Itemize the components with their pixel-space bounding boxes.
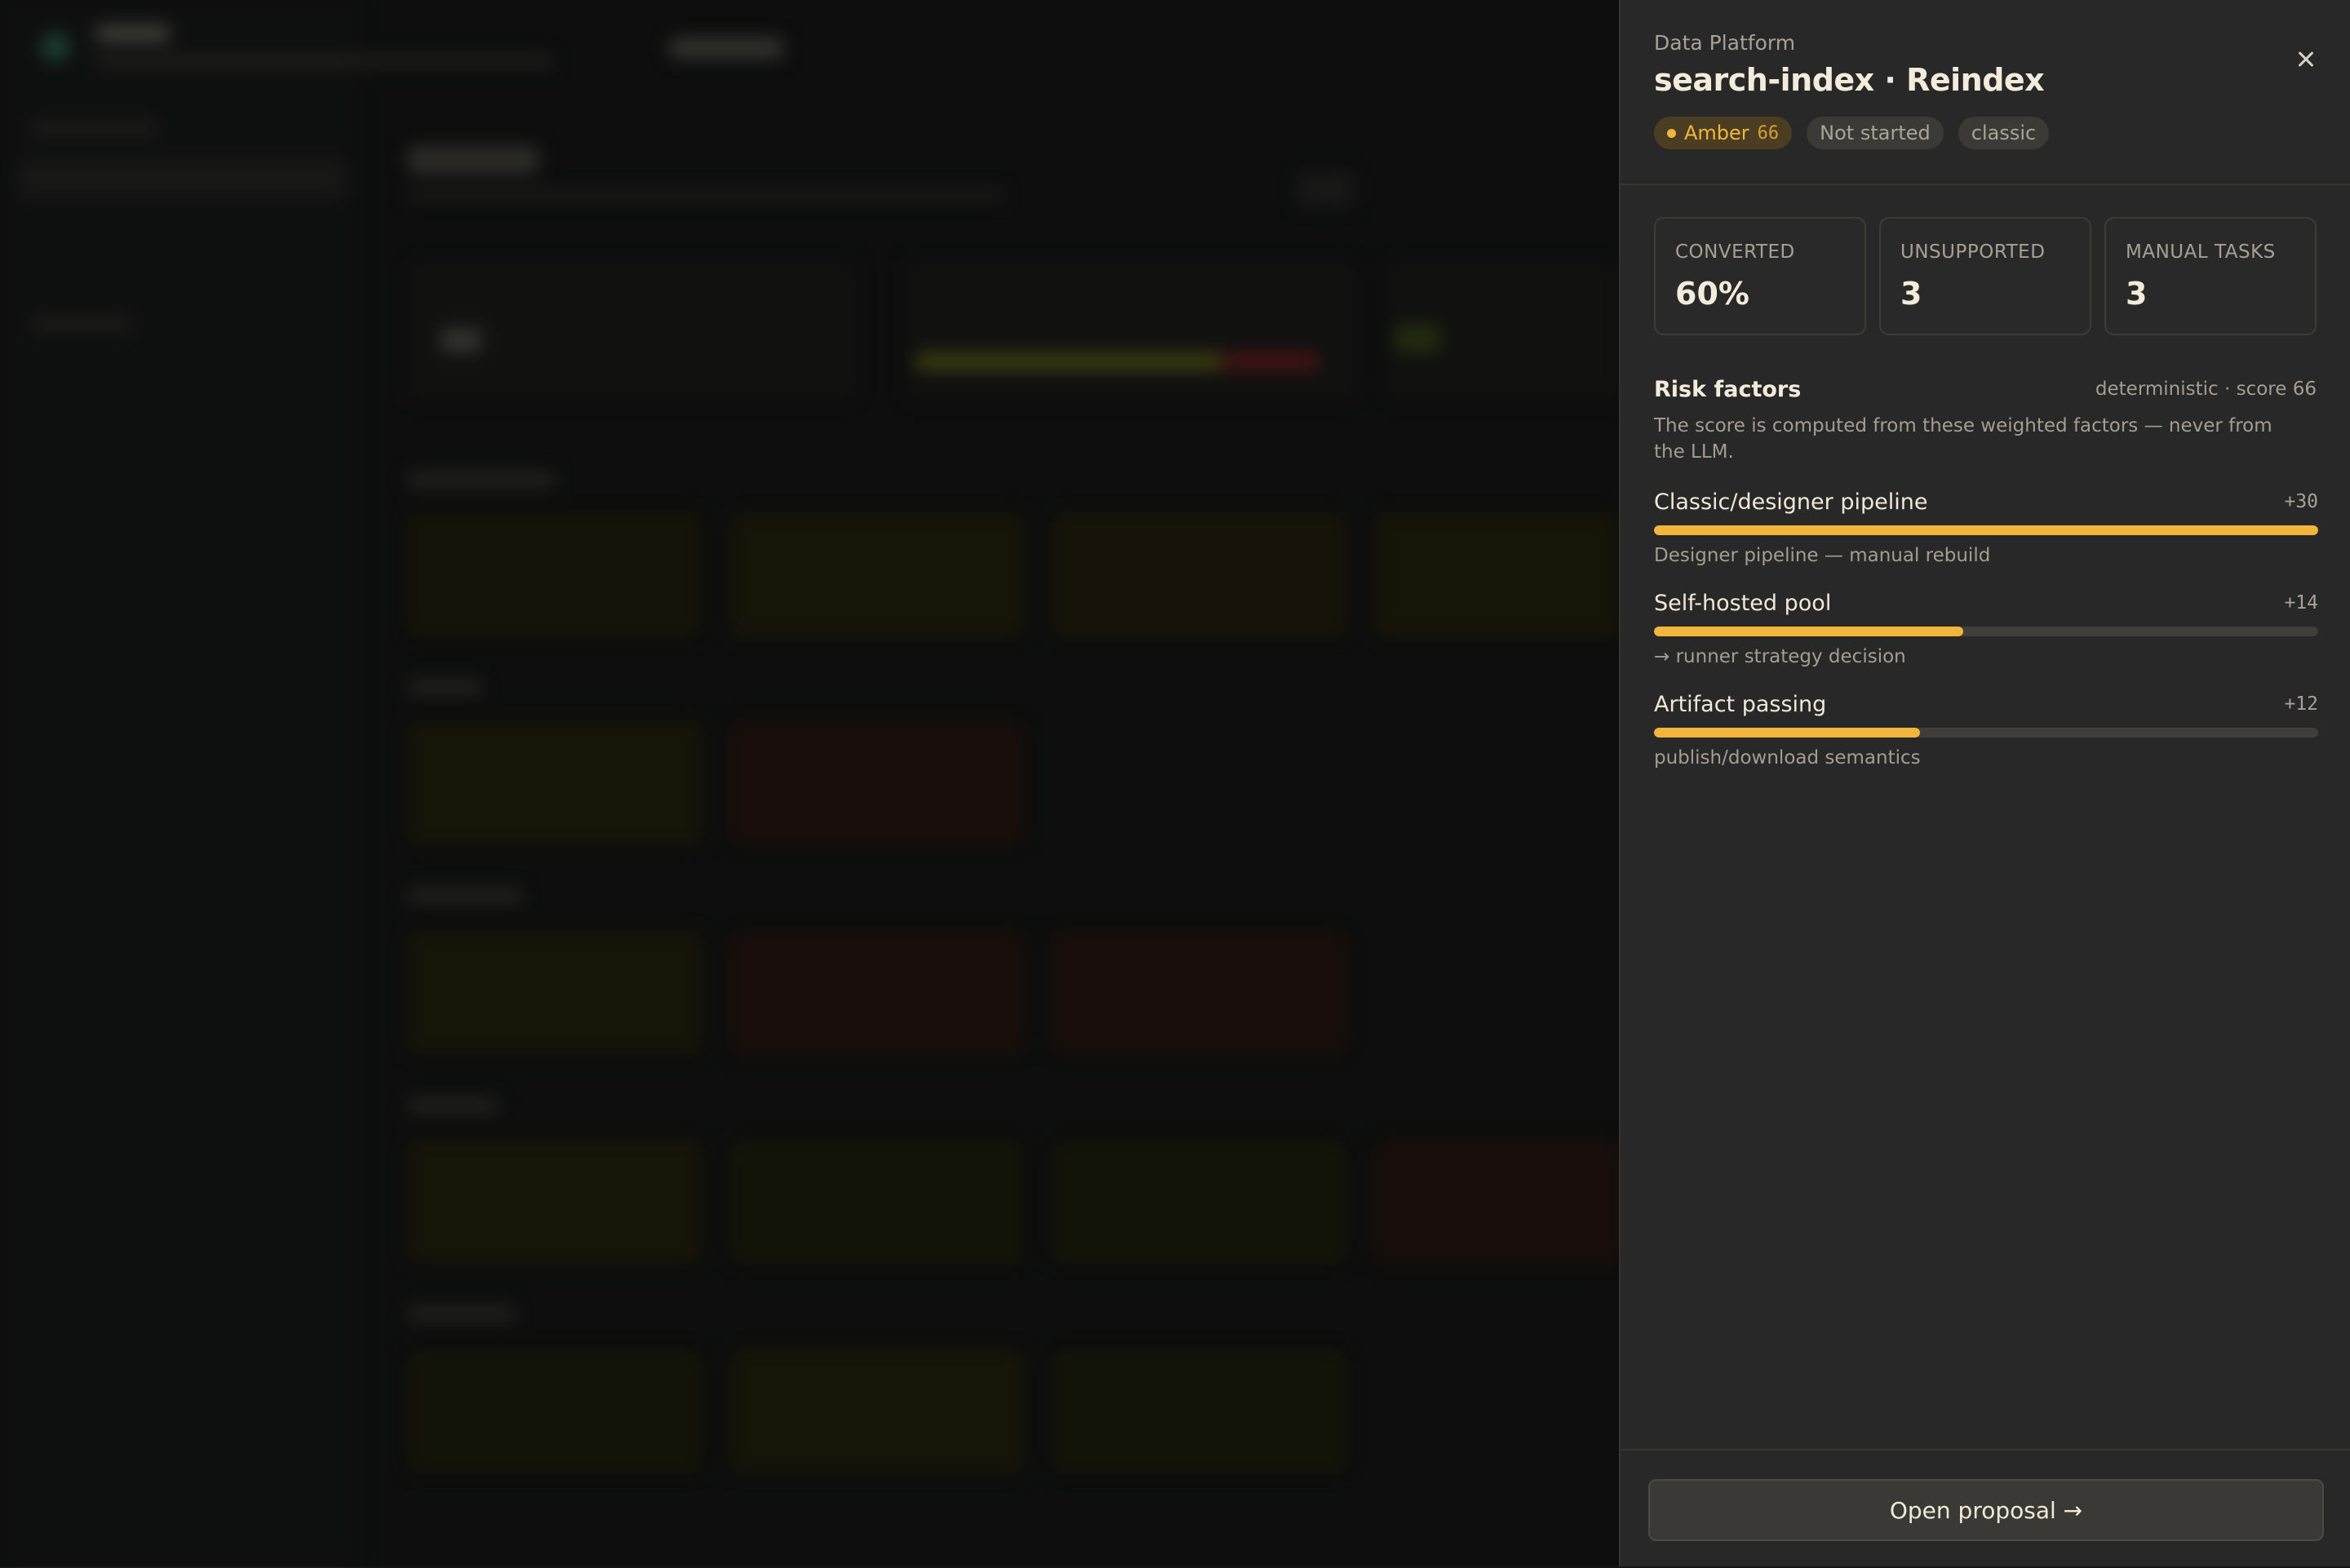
stat-value: 60% [1675, 276, 1749, 312]
factor-bar-track [1654, 728, 2318, 737]
factor-weight: +12 [2284, 693, 2318, 715]
factor-name: Classic/designer pipeline [1654, 489, 1928, 515]
factor-bar-fill [1654, 525, 2318, 535]
stat-label: MANUAL TASKS [2126, 241, 2276, 263]
factor-note: publish/download semantics [1654, 747, 1921, 768]
drawer-header: Data Platform search-index · Reindex Amb… [1621, 0, 2350, 185]
factor-bar-track [1654, 525, 2318, 535]
risk-factors-meta: deterministic · score 66 [2095, 379, 2317, 400]
risk-score: 66 [1757, 122, 1780, 144]
stat-converted: CONVERTED 60% [1654, 217, 1866, 335]
risk-factors-title: Risk factors [1654, 377, 1802, 402]
stat-label: CONVERTED [1675, 241, 1795, 263]
stat-label: UNSUPPORTED [1900, 241, 2046, 263]
stats-row: CONVERTED 60% UNSUPPORTED 3 MANUAL TASKS… [1654, 217, 2317, 335]
close-icon[interactable] [2290, 42, 2322, 75]
risk-factors-description: The score is computed from these weighte… [1654, 415, 2272, 463]
open-proposal-button[interactable]: Open proposal → [1648, 1479, 2324, 1541]
stat-manual-tasks: MANUAL TASKS 3 [2104, 217, 2317, 335]
stat-unsupported: UNSUPPORTED 3 [1879, 217, 2091, 335]
stat-value: 3 [1900, 276, 1922, 312]
tag-list: Amber 66 Not started classic [1654, 117, 2050, 149]
detail-drawer: Data Platform search-index · Reindex Amb… [1619, 0, 2350, 1566]
team-name: Data Platform [1654, 31, 1796, 55]
amber-dot-icon [1667, 128, 1676, 138]
risk-label: Amber [1684, 122, 1749, 144]
background-app [0, 0, 1620, 1566]
drawer-title: search-index · Reindex [1654, 62, 2045, 98]
factor-note: Designer pipeline — manual rebuild [1654, 545, 1991, 566]
status-badge: Not started [1807, 117, 1944, 149]
factor-weight: +30 [2284, 491, 2318, 512]
factor-bar-fill [1654, 728, 1920, 737]
factor-note: → runner strategy decision [1654, 646, 1906, 667]
pipeline-type-badge: classic [1958, 117, 2050, 149]
factor-name: Self-hosted pool [1654, 591, 1832, 616]
factor-weight: +14 [2284, 592, 2318, 613]
factor-bar-track [1654, 627, 2318, 636]
factor-bar-fill [1654, 627, 1964, 636]
modal-backdrop[interactable] [0, 0, 1620, 1566]
stat-value: 3 [2126, 276, 2148, 312]
drawer-footer: Open proposal → [1621, 1449, 2350, 1568]
factor-name: Artifact passing [1654, 692, 1827, 717]
risk-badge: Amber 66 [1654, 117, 1793, 149]
